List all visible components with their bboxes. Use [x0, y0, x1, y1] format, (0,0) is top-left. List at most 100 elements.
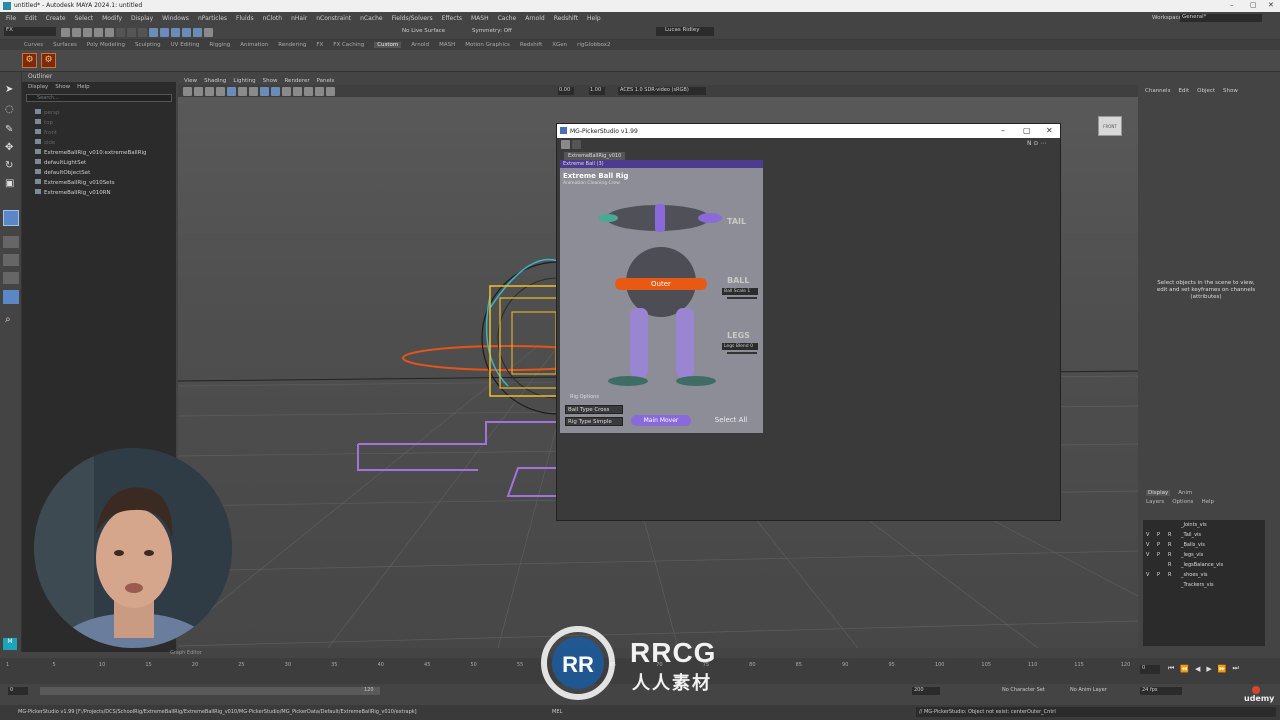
- left-leg-control[interactable]: [630, 308, 648, 378]
- menu-item[interactable]: Select: [75, 15, 94, 22]
- layer-menu-layers[interactable]: Layers: [1146, 499, 1164, 505]
- viewport-menu-shading[interactable]: Shading: [204, 78, 226, 84]
- layer-row[interactable]: _Joints_vis: [1143, 520, 1265, 530]
- shelf-tab[interactable]: Rendering: [278, 42, 306, 48]
- character-set-select[interactable]: No Character Set: [1002, 687, 1045, 693]
- layer-flag-v[interactable]: V: [1146, 550, 1149, 560]
- layer-row[interactable]: V P R _Tail_vis: [1143, 530, 1265, 540]
- smooth-shade-icon[interactable]: [271, 87, 280, 96]
- outliner-item[interactable]: ExtremeBallRig_v010:extremeBallRig: [35, 148, 176, 158]
- layer-menu-options[interactable]: Options: [1172, 499, 1193, 505]
- legs-blend-field[interactable]: Legs Blend 0: [722, 343, 758, 350]
- range-end-field[interactable]: 200: [912, 687, 940, 695]
- image-plane-icon[interactable]: [216, 87, 225, 96]
- shelf-tab[interactable]: FX Caching: [333, 42, 364, 48]
- undo-icon[interactable]: [94, 28, 103, 37]
- single-view-icon[interactable]: [3, 210, 19, 226]
- shelf-tab[interactable]: Custom: [374, 42, 402, 48]
- symmetry-label[interactable]: Symmetry: Off: [472, 28, 512, 34]
- four-view-icon[interactable]: [3, 236, 19, 248]
- go-to-end-icon[interactable]: ⏭: [1233, 664, 1239, 673]
- shelf-tab[interactable]: MASH: [439, 42, 455, 48]
- shelf-tab[interactable]: Poly Modeling: [87, 42, 125, 48]
- left-foot-control[interactable]: [608, 376, 648, 386]
- viewport-menu-panels[interactable]: Panels: [317, 78, 335, 84]
- redo-icon[interactable]: [105, 28, 114, 37]
- outliner-menu-display[interactable]: Display: [28, 84, 48, 90]
- tail-tip-control[interactable]: [698, 213, 722, 223]
- select-tool-icon[interactable]: ➤: [5, 84, 17, 96]
- menu-item[interactable]: Windows: [162, 15, 189, 22]
- viewport-menu-view[interactable]: View: [184, 78, 197, 84]
- viewport-menu-renderer[interactable]: Renderer: [284, 78, 309, 84]
- exposure-field[interactable]: 0.00: [558, 87, 574, 95]
- menu-item[interactable]: Modify: [102, 15, 122, 22]
- menu-item[interactable]: Create: [46, 15, 66, 22]
- menu-item[interactable]: nConstraint: [316, 15, 351, 22]
- new-scene-icon[interactable]: [61, 28, 70, 37]
- shelf-tab[interactable]: Redshift: [520, 42, 542, 48]
- outliner-item[interactable]: front: [35, 128, 176, 138]
- menu-set-select[interactable]: FX: [4, 27, 56, 36]
- picker-minimize-icon[interactable]: –: [1001, 126, 1005, 135]
- shelf-tab[interactable]: FX: [316, 42, 323, 48]
- viewport-menu-show[interactable]: Show: [263, 78, 278, 84]
- menu-item[interactable]: Display: [131, 15, 153, 22]
- legs-blend-slider[interactable]: [727, 352, 757, 354]
- outliner-item[interactable]: top: [35, 118, 176, 128]
- move-tool-icon[interactable]: ✥: [5, 142, 17, 154]
- outliner-menu-help[interactable]: Help: [77, 84, 90, 90]
- menu-item[interactable]: Redshift: [554, 15, 578, 22]
- script-mode[interactable]: MEL: [552, 709, 562, 715]
- menu-item[interactable]: File: [6, 15, 16, 22]
- colorspace-select[interactable]: ACES 1.0 SDR-video (sRGB): [618, 87, 706, 95]
- step-back-icon[interactable]: ◀: [1195, 665, 1200, 673]
- save-scene-icon[interactable]: [83, 28, 92, 37]
- snap-point-icon[interactable]: [171, 28, 180, 37]
- picker-maximize-icon[interactable]: ▢: [1023, 126, 1031, 135]
- layer-row[interactable]: V P R _shoes_vis: [1143, 570, 1265, 580]
- layer-flag-v[interactable]: V: [1146, 570, 1149, 580]
- snap-curve-icon[interactable]: [160, 28, 169, 37]
- menu-item[interactable]: Help: [587, 15, 601, 22]
- picker-tab[interactable]: ExtremeBallRig_v010: [564, 152, 626, 160]
- main-mover-button[interactable]: Main Mover: [631, 415, 691, 426]
- layer-flag-p[interactable]: P: [1157, 530, 1160, 540]
- menu-item[interactable]: nHair: [291, 15, 307, 22]
- menu-item[interactable]: Edit: [25, 15, 37, 22]
- channelbox-menu-object[interactable]: Object: [1197, 88, 1215, 94]
- layout-icon[interactable]: [3, 290, 19, 304]
- layer-tab-anim[interactable]: Anim: [1178, 490, 1192, 496]
- picker-menu-icons[interactable]: N ⊙ ⋯: [1027, 140, 1055, 149]
- right-leg-control[interactable]: [676, 308, 694, 378]
- xray-icon[interactable]: [326, 87, 335, 96]
- bookmark-icon[interactable]: [205, 87, 214, 96]
- anim-layer-select[interactable]: No Anim Layer: [1070, 687, 1107, 693]
- rig-type-select[interactable]: Rig Type Simple: [565, 417, 623, 426]
- shelf-tool-icon-1[interactable]: ⚙: [22, 53, 37, 68]
- viewport-menu-lighting[interactable]: Lighting: [233, 78, 255, 84]
- menu-item[interactable]: nParticles: [198, 15, 227, 22]
- ball-type-select[interactable]: Ball Type Cross: [565, 405, 623, 414]
- user-account[interactable]: Lucas Ridley: [656, 27, 714, 36]
- close-icon[interactable]: ✕: [1268, 1, 1274, 9]
- menu-item[interactable]: Arnold: [525, 15, 544, 22]
- menu-item[interactable]: nCloth: [263, 15, 283, 22]
- step-forward-icon[interactable]: ⏩: [1218, 665, 1227, 673]
- snap-surface-icon[interactable]: [193, 28, 202, 37]
- render-icon[interactable]: [204, 28, 213, 37]
- layer-flag-r[interactable]: R: [1168, 540, 1171, 550]
- layer-menu-help[interactable]: Help: [1201, 499, 1214, 505]
- menu-item[interactable]: Fluids: [236, 15, 254, 22]
- viewcube[interactable]: FRONT: [1098, 116, 1122, 136]
- picker-edit-icon[interactable]: [561, 140, 570, 149]
- channelbox-menu-show[interactable]: Show: [1223, 88, 1238, 94]
- outliner-item[interactable]: ExtremeBallRig_v010Sets: [35, 178, 176, 188]
- shelf-tab[interactable]: Sculpting: [135, 42, 161, 48]
- ball-scale-field[interactable]: Ball Scale 1: [722, 288, 758, 295]
- scale-tool-icon[interactable]: ▣: [5, 178, 17, 190]
- layer-tab-display[interactable]: Display: [1146, 490, 1171, 496]
- minimize-icon[interactable]: –: [1230, 1, 1234, 9]
- outliner-menu-show[interactable]: Show: [55, 84, 70, 90]
- camera-icon[interactable]: [183, 87, 192, 96]
